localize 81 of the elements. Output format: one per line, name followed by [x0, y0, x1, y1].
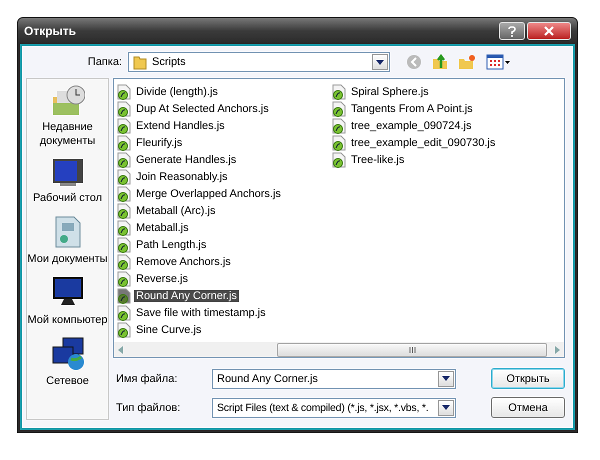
script-file-icon: [117, 254, 131, 270]
script-file-icon: [332, 84, 346, 100]
script-file-icon: [117, 236, 131, 252]
place-label: Рабочий стол: [32, 191, 102, 205]
file-item[interactable]: Path Length.js: [134, 238, 208, 250]
scroll-left-icon: [118, 346, 123, 354]
help-button[interactable]: [499, 22, 525, 40]
grip-icon: [408, 346, 416, 352]
horizontal-scrollbar[interactable]: [114, 342, 564, 357]
caret-icon: [442, 405, 450, 410]
help-icon: [508, 26, 516, 36]
network-computers-icon: [50, 337, 84, 371]
script-file-icon: [117, 134, 131, 150]
file-item[interactable]: Sine Curve.js: [134, 324, 204, 336]
folder-name: Scripts: [152, 56, 186, 68]
file-item[interactable]: Metaball.js: [134, 222, 191, 234]
script-file-icon: [117, 304, 131, 320]
file-item[interactable]: Fleurify.js: [134, 136, 184, 148]
close-icon: [544, 26, 554, 36]
my-documents-icon: [54, 215, 82, 249]
file-item[interactable]: Metaball (Arc).js: [134, 204, 218, 216]
file-item[interactable]: Dup At Selected Anchors.js: [134, 102, 271, 114]
desktop-icon: [52, 158, 84, 188]
places-item[interactable]: Сетевое: [27, 337, 108, 388]
script-file-icon: [117, 84, 131, 100]
filename-label: Имя файла:: [116, 372, 178, 384]
places-item[interactable]: Мой компьютер: [27, 276, 108, 327]
file-item[interactable]: Extend Handles.js: [134, 120, 227, 132]
scrollbar-thumb[interactable]: [277, 342, 547, 356]
script-file-icon: [117, 270, 131, 286]
place-label: Недавние документы: [38, 120, 96, 148]
place-label: Мой компьютер: [27, 313, 108, 327]
filetype-dropdown[interactable]: Script Files (text & compiled) (*.js, *.jsx, *.vbs, *.: [212, 398, 456, 418]
places-item[interactable]: Недавние документы: [27, 83, 108, 148]
view-menu-icon[interactable]: [486, 54, 510, 70]
file-item[interactable]: Join Reasonably.js: [134, 170, 230, 182]
file-item[interactable]: Merge Overlapped Anchors.js: [134, 188, 283, 200]
new-folder-icon[interactable]: [458, 54, 476, 70]
close-button[interactable]: [527, 22, 571, 40]
caret-icon: [442, 376, 450, 381]
filetype-label: Тип файлов:: [116, 402, 182, 414]
up-folder-icon[interactable]: [432, 54, 448, 70]
place-label: Сетевое: [46, 374, 89, 388]
places-item[interactable]: Мои документы: [27, 215, 108, 266]
file-item[interactable]: Generate Handles.js: [134, 154, 238, 166]
script-file-icon: [117, 118, 131, 134]
file-item[interactable]: Remove Anchors.js: [134, 256, 233, 268]
file-item[interactable]: Save file with timestamp.js: [134, 306, 268, 318]
place-label: Мои документы: [27, 252, 108, 266]
back-icon[interactable]: [406, 54, 422, 70]
file-item[interactable]: tree_example_edit_090730.js: [349, 136, 498, 148]
script-file-icon: [332, 118, 346, 134]
filename-field[interactable]: Round Any Corner.js: [212, 368, 456, 388]
file-item[interactable]: tree_example_090724.js: [349, 120, 474, 132]
window-title: Открыть: [24, 24, 76, 38]
file-item[interactable]: Spiral Sphere.js: [349, 86, 431, 98]
file-item[interactable]: Reverse.js: [134, 272, 190, 284]
open-button[interactable]: Открыть: [491, 368, 565, 389]
file-item[interactable]: Round Any Corner.js: [134, 290, 239, 302]
scroll-right-icon: [555, 346, 560, 354]
script-file-icon: [332, 134, 346, 150]
file-item[interactable]: Divide (length).js: [134, 86, 220, 98]
cancel-button[interactable]: Отмена: [491, 397, 565, 418]
folder-dropdown[interactable]: Scripts: [128, 52, 390, 72]
script-file-icon: [332, 100, 346, 116]
file-item[interactable]: Tree-like.js: [349, 154, 406, 166]
recent-documents-icon: [50, 83, 84, 117]
script-file-icon: [117, 220, 131, 236]
places-item[interactable]: Рабочий стол: [27, 158, 108, 205]
file-item[interactable]: Tangents From A Point.js: [349, 102, 475, 114]
folder-label: Папка:: [86, 56, 123, 68]
script-file-icon: [117, 152, 131, 168]
folder-icon: [133, 54, 147, 70]
script-file-icon: [117, 186, 131, 202]
script-file-icon: [117, 202, 131, 218]
script-file-icon: [332, 152, 346, 168]
script-file-icon: [117, 168, 131, 184]
script-file-icon: [117, 288, 131, 304]
caret-icon: [376, 60, 384, 64]
script-file-icon: [117, 322, 131, 338]
script-file-icon: [117, 100, 131, 116]
